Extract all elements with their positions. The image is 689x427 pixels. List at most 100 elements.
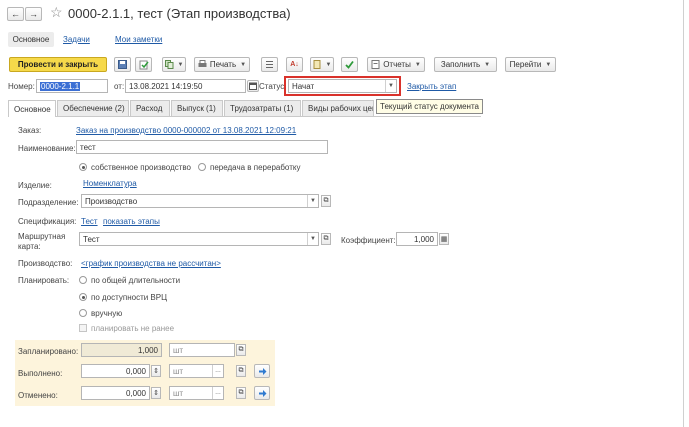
chevron-down-icon: ▼ xyxy=(177,61,184,68)
radio-transfer[interactable] xyxy=(198,163,206,171)
plan-opt1-label: по общей длительности xyxy=(91,276,181,285)
tab-supply[interactable]: Обеспечение (2) xyxy=(57,100,129,116)
canceled-unit-field[interactable]: шт… xyxy=(169,386,224,400)
done-stepper[interactable]: ⇕ xyxy=(151,365,161,377)
chevron-down-icon: ▼ xyxy=(307,233,318,245)
printer-icon xyxy=(198,60,207,67)
at-icon: A↓ xyxy=(290,61,299,68)
chevron-down-icon: … xyxy=(212,365,223,377)
related-docs-button[interactable]: ▼ xyxy=(310,57,334,72)
done-unit-field[interactable]: шт… xyxy=(169,364,224,378)
route-select[interactable]: Тест ▼ xyxy=(79,232,319,246)
check-button[interactable] xyxy=(341,57,358,72)
status-tooltip: Текущий статус документа xyxy=(376,99,483,114)
stepper-icon: ⇕ xyxy=(153,390,159,397)
copy-menu-button[interactable]: ▼ xyxy=(162,57,186,72)
chevron-down-icon: ▼ xyxy=(385,80,396,92)
division-open-button[interactable]: ⧉ xyxy=(321,195,331,207)
plan-opt2-label: по доступности ВРЦ xyxy=(91,293,168,302)
planned-unit-open-button[interactable]: ⧉ xyxy=(236,344,246,356)
production-label: Производство: xyxy=(18,259,73,268)
route-label: Маршрутная карта: xyxy=(18,232,66,251)
canceled-apply-button[interactable] xyxy=(254,386,270,400)
document-icon xyxy=(313,60,321,69)
spec-link[interactable]: Тест xyxy=(81,217,98,226)
route-open-button[interactable]: ⧉ xyxy=(321,233,331,245)
radio-transfer-label: передача в переработку xyxy=(210,163,301,172)
post-and-close-button[interactable]: Провести и закрыть xyxy=(9,57,107,72)
division-label: Подразделение: xyxy=(18,198,79,207)
tab-expense[interactable]: Расход xyxy=(130,100,170,116)
plan-opt3-label: вручную xyxy=(91,309,123,318)
print-button[interactable]: Печать ▼ xyxy=(194,57,250,72)
status-label: Статус: xyxy=(259,82,287,91)
plan-not-earlier-checkbox[interactable] xyxy=(79,324,87,332)
order-link[interactable]: Заказ на производство 0000-000002 от 13.… xyxy=(76,126,296,135)
radio-own-label: собственное производство xyxy=(91,163,192,172)
planned-label: Запланировано: xyxy=(18,347,79,356)
tabs-bottom-line xyxy=(8,116,481,117)
done-field[interactable]: 0,000 xyxy=(81,364,150,378)
plan-radio-duration[interactable] xyxy=(79,276,87,284)
goto-button[interactable]: Перейти ▼ xyxy=(505,57,556,72)
number-field[interactable]: 0000-2.1.1 xyxy=(36,79,108,93)
date-label: от: xyxy=(114,82,125,91)
reports-button[interactable]: Отчеты ▼ xyxy=(367,57,425,72)
window-right-edge xyxy=(683,0,684,427)
save-button[interactable] xyxy=(114,57,131,72)
forward-arrow-icon: → xyxy=(29,9,38,19)
arrow-right-icon xyxy=(258,389,266,397)
done-apply-button[interactable] xyxy=(254,364,270,378)
order-label: Заказ: xyxy=(18,126,42,135)
division-select[interactable]: Производство ▼ xyxy=(81,194,319,208)
production-schedule-link[interactable]: <график производства не рассчитан> xyxy=(81,259,221,268)
calendar-button[interactable] xyxy=(247,80,259,92)
save-icon xyxy=(118,60,127,69)
stepper-icon: ⇕ xyxy=(153,368,159,375)
forward-button[interactable]: → xyxy=(25,7,42,21)
tab-main[interactable]: Основное xyxy=(8,100,56,117)
structure-button[interactable] xyxy=(261,57,278,72)
list-icon xyxy=(266,61,273,68)
canceled-label: Отменено: xyxy=(18,391,58,400)
tab-work-centers[interactable]: Виды рабочих цен xyxy=(302,100,374,116)
star-icon[interactable]: ☆ xyxy=(50,4,63,21)
close-stage-link[interactable]: Закрыть этап xyxy=(407,82,456,91)
section-tab-tasks[interactable]: Задачи xyxy=(63,35,90,44)
plan-radio-availability[interactable] xyxy=(79,293,87,301)
fill-button[interactable]: Заполнить ▼ xyxy=(434,57,497,72)
tab-output[interactable]: Выпуск (1) xyxy=(171,100,223,116)
done-unit-open-button[interactable]: ⧉ xyxy=(236,365,246,377)
tab-labor[interactable]: Трудозатраты (1) xyxy=(224,100,301,116)
canceled-unit-open-button[interactable]: ⧉ xyxy=(236,387,246,399)
name-field[interactable]: тест xyxy=(76,140,328,154)
coef-calc-button[interactable]: ▦ xyxy=(439,233,449,245)
canceled-field[interactable]: 0,000 xyxy=(81,386,150,400)
canceled-stepper[interactable]: ⇕ xyxy=(151,387,161,399)
plan-label: Планировать: xyxy=(18,276,70,285)
name-label: Наименование: xyxy=(18,144,76,153)
calendar-icon xyxy=(249,82,257,90)
sort-button[interactable]: A↓ xyxy=(286,57,303,72)
date-field[interactable]: 13.08.2021 14:19:50 xyxy=(125,79,246,93)
section-tab-notes[interactable]: Мои заметки xyxy=(115,35,162,44)
product-link[interactable]: Номенклатура xyxy=(83,179,137,188)
section-tab-main[interactable]: Основное xyxy=(8,32,54,47)
plan-radio-manual[interactable] xyxy=(79,309,87,317)
copy-icon xyxy=(164,60,174,69)
back-arrow-icon: ← xyxy=(11,9,20,19)
coef-field[interactable]: 1,000 xyxy=(396,232,438,246)
spec-show-link[interactable]: показать этапы xyxy=(103,217,160,226)
chevron-down-icon: ▼ xyxy=(307,195,318,207)
report-icon xyxy=(371,60,380,69)
number-label: Номер: xyxy=(8,82,35,91)
done-label: Выполнено: xyxy=(18,369,63,378)
post-button[interactable] xyxy=(135,57,152,72)
coef-label: Коэффициент: xyxy=(341,236,396,245)
status-select[interactable]: Начат ▼ xyxy=(288,79,397,93)
post-icon xyxy=(139,60,149,69)
plan-not-earlier-label: планировать не ранее xyxy=(91,324,175,333)
chevron-down-icon: … xyxy=(212,387,223,399)
radio-own-production[interactable] xyxy=(79,163,87,171)
back-button[interactable]: ← xyxy=(7,7,24,21)
